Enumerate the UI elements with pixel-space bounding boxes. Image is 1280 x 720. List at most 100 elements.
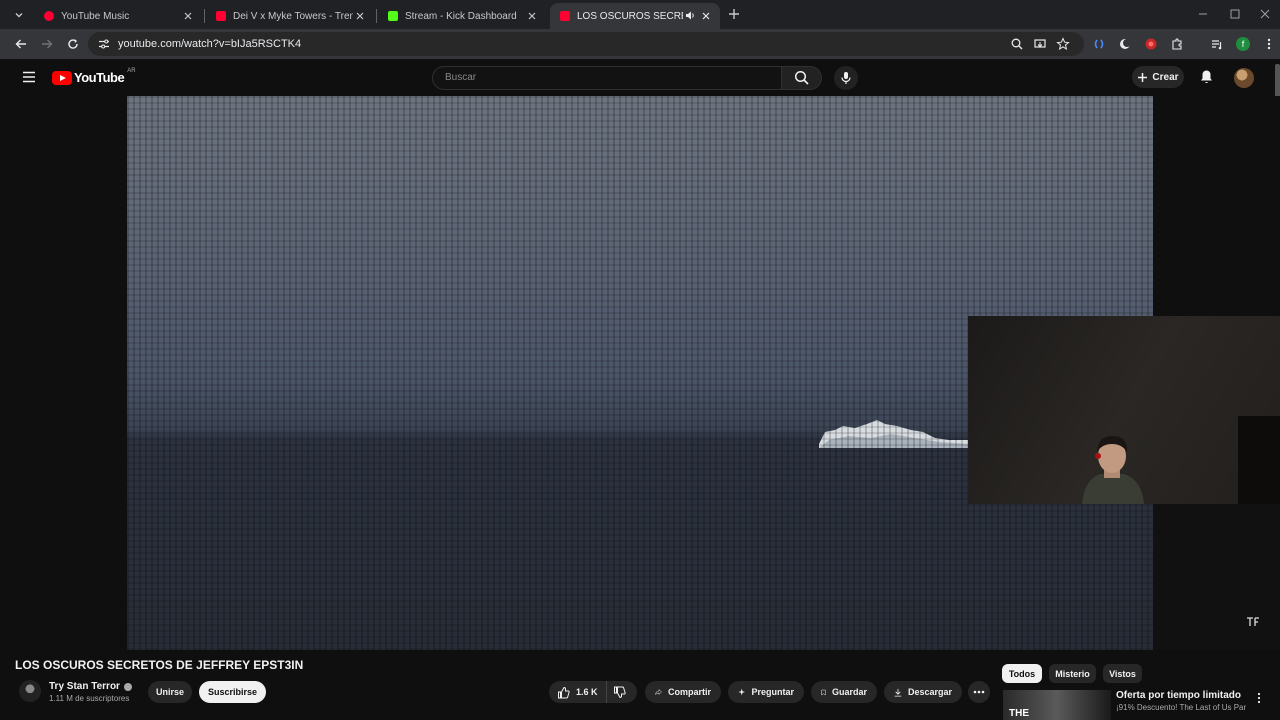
background-doorway — [1238, 416, 1280, 504]
save-label: Guardar — [831, 687, 867, 697]
search-input[interactable] — [445, 72, 765, 83]
notifications-bell-icon[interactable] — [1199, 69, 1214, 85]
hamburger-menu-icon[interactable] — [22, 71, 36, 83]
subscriber-count: 1.11 M de suscriptores — [49, 694, 130, 703]
thumbs-up-icon — [558, 686, 570, 698]
dislike-button[interactable] — [607, 686, 637, 699]
media-controls-icon[interactable] — [1210, 37, 1224, 51]
ad-thumbnail-text: THE — [1009, 708, 1029, 719]
ad-title[interactable]: Oferta por tiempo limitado — [1116, 690, 1241, 701]
ask-label: Preguntar — [751, 687, 794, 697]
close-icon[interactable] — [526, 10, 538, 22]
youtube-favicon-icon — [560, 11, 570, 21]
channel-name[interactable]: Try Stan Terror — [49, 681, 132, 692]
youtube-favicon-icon — [216, 11, 226, 21]
close-icon[interactable] — [354, 10, 366, 22]
like-count: 1.6 K — [576, 687, 598, 697]
tab-title: YouTube Music — [61, 10, 130, 22]
chip-misterio[interactable]: Misterio — [1049, 664, 1096, 683]
tab-search-chevron-icon[interactable] — [10, 6, 28, 24]
cast-install-icon[interactable] — [1033, 37, 1047, 51]
forward-arrow-icon[interactable] — [40, 37, 54, 51]
browser-toolbar: youtube.com/watch?v=bIJa5RSCTK4 — [0, 29, 1280, 59]
site-settings-icon[interactable] — [97, 37, 111, 51]
create-label: Crear — [1152, 71, 1179, 83]
iceberg-shape — [819, 420, 969, 448]
channel-name-text: Try Stan Terror — [49, 681, 120, 692]
back-arrow-icon[interactable] — [14, 37, 28, 51]
subscribe-button[interactable]: Suscribirse — [199, 681, 266, 703]
browser-tab-strip: YouTube Music Dei V x Myke Towers - Tren… — [0, 0, 1280, 29]
extension-shazam-icon[interactable] — [1092, 37, 1106, 51]
more-horizontal-icon — [973, 690, 985, 694]
bookmark-star-icon[interactable] — [1056, 37, 1070, 51]
verified-badge-icon — [123, 682, 132, 691]
like-button[interactable]: 1.6 K — [549, 681, 607, 703]
browser-tab-youtube-music[interactable]: YouTube Music — [34, 3, 202, 29]
ask-button[interactable]: Preguntar — [728, 681, 804, 703]
voice-search-button[interactable] — [834, 66, 858, 90]
country-code: AR — [127, 67, 136, 74]
window-close-icon[interactable] — [1258, 7, 1272, 21]
tab-divider — [376, 9, 377, 23]
youtube-music-favicon-icon — [44, 11, 54, 21]
webcam-overlay — [968, 316, 1280, 504]
create-button[interactable]: Crear — [1132, 66, 1184, 88]
close-icon[interactable] — [700, 10, 712, 22]
join-button[interactable]: Unirse — [148, 681, 192, 703]
player-letterbox-right — [1153, 96, 1280, 316]
tab-title: Stream - Kick Dashboard — [405, 10, 517, 22]
maximize-icon[interactable] — [1228, 7, 1242, 21]
save-button[interactable]: Guardar — [811, 681, 877, 703]
like-dislike-group: 1.6 K — [549, 681, 637, 703]
bookmark-icon — [821, 689, 826, 695]
youtube-logo[interactable]: YouTube AR — [52, 67, 136, 85]
player-letterbox-left — [0, 96, 127, 650]
microphone-icon — [841, 72, 851, 84]
search-icon — [794, 70, 809, 85]
chip-vistos[interactable]: Vistos — [1103, 664, 1142, 683]
search-box — [432, 66, 782, 90]
subtitles-tf-icon[interactable] — [1246, 616, 1260, 628]
chrome-profile-avatar[interactable]: f — [1236, 37, 1250, 51]
kick-favicon-icon — [388, 11, 398, 21]
new-tab-plus-icon[interactable] — [727, 7, 741, 21]
tab-title: LOS OSCUROS SECRETOS DE — [577, 10, 683, 22]
reload-icon[interactable] — [66, 37, 80, 51]
plus-icon — [1138, 72, 1148, 82]
close-icon[interactable] — [182, 10, 194, 22]
more-actions-button[interactable] — [968, 681, 990, 703]
browser-tab-dei-v[interactable]: Dei V x Myke Towers - Trending — [206, 3, 374, 29]
share-button[interactable]: Compartir — [645, 681, 721, 703]
youtube-wordmark: YouTube — [74, 70, 125, 85]
thumbs-down-icon — [613, 686, 626, 698]
extension-record-icon[interactable] — [1144, 37, 1158, 51]
address-bar[interactable]: youtube.com/watch?v=bIJa5RSCTK4 — [88, 32, 1084, 56]
browser-tab-kick[interactable]: Stream - Kick Dashboard — [378, 3, 546, 29]
youtube-play-logo-icon — [52, 70, 72, 85]
chrome-menu-kebab-icon[interactable] — [1262, 37, 1276, 51]
tab-divider — [204, 9, 205, 23]
browser-tab-active-video[interactable]: LOS OSCUROS SECRETOS DE — [550, 3, 720, 29]
chip-todos[interactable]: Todos — [1002, 664, 1042, 683]
extension-moon-icon[interactable] — [1118, 37, 1132, 51]
channel-avatar[interactable] — [19, 680, 41, 702]
extensions-puzzle-icon[interactable] — [1170, 37, 1184, 51]
streamer-silhouette — [1082, 436, 1144, 504]
share-arrow-icon — [655, 688, 662, 696]
url-text: youtube.com/watch?v=bIJa5RSCTK4 — [118, 38, 302, 50]
audio-playing-icon[interactable] — [685, 10, 696, 21]
player-letterbox-bottom-right — [1153, 504, 1280, 650]
zoom-magnifier-icon[interactable] — [1010, 37, 1024, 51]
share-label: Compartir — [667, 687, 711, 697]
user-avatar[interactable] — [1234, 68, 1254, 88]
ad-menu-kebab-icon[interactable] — [1254, 692, 1264, 704]
tab-title: Dei V x Myke Towers - Trending — [233, 10, 353, 22]
download-icon — [894, 688, 902, 697]
download-label: Descargar — [907, 687, 952, 697]
search-button[interactable] — [782, 66, 822, 90]
ad-thumbnail[interactable]: THE — [1003, 690, 1111, 720]
minimize-icon[interactable] — [1196, 7, 1210, 21]
video-title: LOS OSCUROS SECRETOS DE JEFFREY EPST3IN — [15, 658, 304, 672]
download-button[interactable]: Descargar — [884, 681, 962, 703]
